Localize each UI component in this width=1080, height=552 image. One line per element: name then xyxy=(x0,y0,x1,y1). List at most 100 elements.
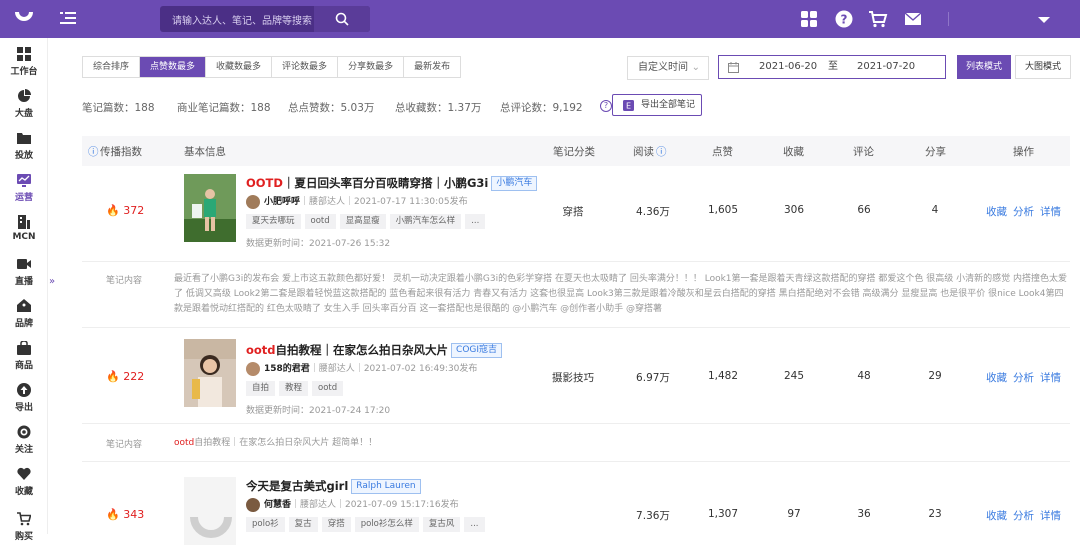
list-view-button[interactable]: 列表模式 xyxy=(957,55,1012,79)
author-name[interactable]: 158的君君 xyxy=(264,364,310,374)
header-index[interactable]: 传播指数 xyxy=(100,144,142,159)
heart-icon xyxy=(17,467,31,480)
cart-icon xyxy=(17,512,31,526)
search-icon xyxy=(335,12,349,26)
sidebar-item-delivery[interactable]: 投放 xyxy=(0,131,48,171)
sidebar-item-products[interactable]: 商品 xyxy=(0,341,48,381)
sidebar-item-purchase[interactable]: 购买 xyxy=(0,512,48,552)
mail-icon[interactable] xyxy=(903,9,923,29)
sidebar-item-brand[interactable]: 品牌 xyxy=(0,299,48,339)
note-thumbnail[interactable] xyxy=(184,174,236,242)
note-likes: 1,605 xyxy=(707,204,739,216)
header-comments[interactable]: 评论 xyxy=(853,144,874,159)
search-input[interactable]: 请输入达人、笔记、品牌等搜索 xyxy=(172,12,312,27)
sidebar-item-mcn[interactable]: MCN xyxy=(0,215,48,255)
avatar[interactable] xyxy=(246,361,260,376)
search-box[interactable]: 请输入达人、笔记、品牌等搜索 xyxy=(160,6,370,32)
author-level: ｜腰部达人｜ xyxy=(300,197,355,207)
sidebar-item-export[interactable]: 导出 xyxy=(0,383,48,423)
note-tag[interactable]: 复古 xyxy=(288,517,318,532)
author-name[interactable]: 小肥呼呼 xyxy=(264,197,300,207)
sidebar-item-label: 购买 xyxy=(14,532,33,542)
brand-tag[interactable]: COGI寇吉 xyxy=(451,343,503,358)
apps-grid-icon[interactable] xyxy=(799,9,819,29)
note-tag[interactable]: polo衫 xyxy=(246,517,285,532)
app-logo[interactable] xyxy=(12,8,36,30)
note-tag[interactable]: 显高显瘦 xyxy=(339,214,386,229)
svg-text:?: ? xyxy=(841,13,848,27)
detail-link[interactable]: 详情 xyxy=(1040,206,1061,218)
collect-link[interactable]: 收藏 xyxy=(986,206,1007,218)
header-reads[interactable]: 阅读 xyxy=(633,144,654,159)
search-button[interactable] xyxy=(314,6,370,32)
sidebar-item-live[interactable]: 直播 xyxy=(0,257,48,297)
date-range-picker[interactable]: 2021-06-20 至 2021-07-20 xyxy=(718,55,946,79)
header-info: 基本信息 xyxy=(184,146,226,158)
analyze-link[interactable]: 分析 xyxy=(1013,372,1034,384)
tab-most-collects[interactable]: 收藏数最多 xyxy=(206,57,273,77)
note-shares: 23 xyxy=(928,508,942,520)
help-icon[interactable]: ? xyxy=(834,9,854,29)
sidebar-item-workbench[interactable]: 工作台 xyxy=(0,47,48,87)
chevron-down-icon[interactable] xyxy=(1034,11,1054,31)
tab-comprehensive[interactable]: 综合排序 xyxy=(83,57,141,77)
note-thumbnail[interactable] xyxy=(184,339,236,407)
note-tag-more[interactable]: ... xyxy=(464,517,485,532)
grid-view-button[interactable]: 大图模式 xyxy=(1015,55,1072,79)
note-collects: 97 xyxy=(787,508,801,520)
analyze-link[interactable]: 分析 xyxy=(1013,206,1034,218)
help-icon[interactable]: ? xyxy=(600,100,612,112)
note-title[interactable]: 今天是复古美式girl Ralph Lauren xyxy=(246,478,421,494)
note-tag[interactable]: 复古风 xyxy=(422,517,461,532)
sidebar-item-operation[interactable]: 运营 xyxy=(0,173,48,213)
cart-icon[interactable] xyxy=(868,9,888,29)
sidebar-item-favorites[interactable]: 收藏 xyxy=(0,467,48,507)
detail-link[interactable]: 详情 xyxy=(1040,372,1061,384)
author-name[interactable]: 何慧香 xyxy=(264,500,291,510)
detail-link[interactable]: 详情 xyxy=(1040,510,1061,522)
note-reads: 6.97万 xyxy=(636,372,670,384)
note-thumbnail[interactable] xyxy=(184,477,236,545)
avatar[interactable] xyxy=(246,194,260,209)
tab-most-comments[interactable]: 评论数最多 xyxy=(272,57,339,77)
note-title[interactable]: ootd自拍教程｜在家怎么拍日杂风大片 COGI寇吉 xyxy=(246,342,503,358)
help-icon[interactable]: ⓘ xyxy=(656,144,667,159)
collect-link[interactable]: 收藏 xyxy=(986,510,1007,522)
note-tag[interactable]: 教程 xyxy=(279,381,309,396)
note-tag[interactable]: 夏天去哪玩 xyxy=(246,214,301,229)
tab-most-shares[interactable]: 分享数最多 xyxy=(338,57,405,77)
brand-tag[interactable]: Ralph Lauren xyxy=(351,479,421,494)
sidebar-item-label: 收藏 xyxy=(14,487,33,497)
bag-icon xyxy=(17,341,31,355)
header-collects[interactable]: 收藏 xyxy=(783,144,804,159)
sidebar-item-follow[interactable]: 关注 xyxy=(0,425,48,465)
note-tag[interactable]: ootd xyxy=(312,381,344,396)
time-select[interactable]: 自定义时间 ⌄ xyxy=(627,56,709,80)
analyze-link[interactable]: 分析 xyxy=(1013,510,1034,522)
tab-newest[interactable]: 最新发布 xyxy=(404,57,460,77)
note-tag[interactable]: 小鹏汽车怎么样 xyxy=(389,214,462,229)
export-all-button[interactable]: E 导出全部笔记 xyxy=(612,94,702,116)
sidebar-item-overview[interactable]: 大盘 xyxy=(0,89,48,129)
header-shares[interactable]: 分享 xyxy=(925,144,946,159)
collect-link[interactable]: 收藏 xyxy=(986,372,1007,384)
note-tag[interactable]: ootd xyxy=(304,214,336,229)
time-select-value: 自定义时间 xyxy=(638,62,688,73)
tab-most-likes[interactable]: 点赞数最多 xyxy=(140,57,207,77)
help-icon[interactable]: ⓘ xyxy=(88,144,99,159)
note-title[interactable]: OOTD｜夏日回头率百分百吸睛穿搭｜小鹏G3i 小鹏汽车 xyxy=(246,175,538,191)
date-end[interactable]: 2021-07-20 xyxy=(857,56,915,78)
menu-toggle-icon[interactable] xyxy=(60,11,76,25)
note-tag-more[interactable]: ... xyxy=(465,214,486,229)
date-start[interactable]: 2021-06-20 xyxy=(759,56,817,78)
top-bar: 请输入达人、笔记、品牌等搜索 ? xyxy=(0,0,1080,38)
sidebar-expand-icon[interactable]: » xyxy=(49,276,59,296)
header-likes[interactable]: 点赞 xyxy=(712,144,733,159)
brand-tag[interactable]: 小鹏汽车 xyxy=(491,176,538,191)
row-actions: 收藏 分析 详情 xyxy=(986,370,1067,385)
topbar-divider xyxy=(948,12,949,26)
note-tag[interactable]: 穿搭 xyxy=(321,517,351,532)
note-tag[interactable]: 自拍 xyxy=(246,381,276,396)
avatar[interactable] xyxy=(246,497,260,512)
note-tag[interactable]: polo衫怎么样 xyxy=(354,517,419,532)
